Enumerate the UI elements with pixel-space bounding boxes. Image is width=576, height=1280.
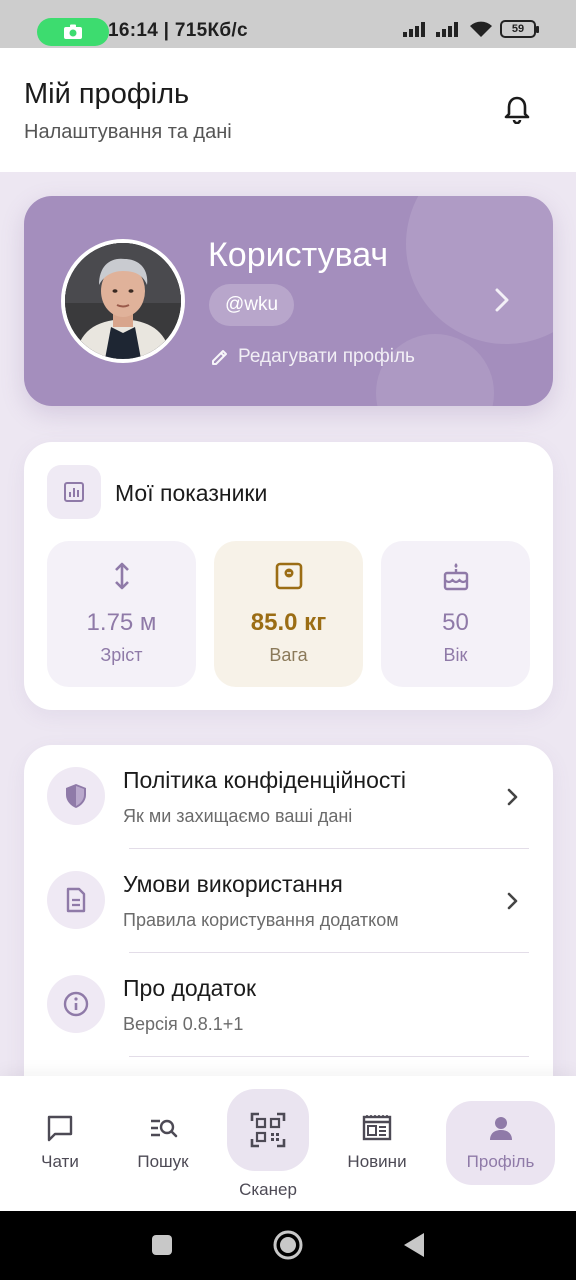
camera-indicator[interactable] [37, 18, 109, 46]
age-label: Вік [443, 645, 468, 665]
system-navigation-bar [0, 1211, 576, 1280]
shield-icon [66, 784, 86, 808]
back-icon[interactable] [402, 1231, 426, 1259]
bar-chart-icon [64, 482, 84, 502]
privacy-policy-title: Політика конфіденційності [123, 767, 407, 793]
app-version: Версія 0.8.1+1 [123, 1014, 244, 1034]
nav-scanner[interactable] [227, 1089, 309, 1171]
height-icon [113, 561, 131, 591]
nav-search-label: Пошук [137, 1152, 189, 1171]
decorative-circle [376, 334, 494, 406]
signal-icon [403, 22, 425, 37]
nav-news[interactable]: Новини [334, 1112, 420, 1172]
age-value: 50 [442, 609, 469, 636]
weight-tile[interactable]: 85.0 кг Вага [214, 541, 363, 687]
document-icon-box [47, 871, 105, 929]
document-icon [66, 887, 86, 913]
nav-news-label: Новини [347, 1152, 407, 1171]
age-tile[interactable]: 50 Вік [381, 541, 530, 687]
person-icon [487, 1112, 515, 1144]
chat-icon [45, 1112, 75, 1144]
camera-icon [64, 24, 82, 39]
status-bar: 16:14 | 715Кб/с 59 [0, 0, 576, 48]
page-subtitle: Налаштування та дані [24, 121, 232, 143]
metrics-icon-box [47, 465, 101, 519]
page-title: Мій профіль [24, 78, 190, 110]
weight-value: 85.0 кг [250, 609, 327, 636]
privacy-policy-subtitle: Як ми захищаємо ваші дані [123, 806, 353, 826]
info-icon-box [47, 975, 105, 1033]
nav-chats-label: Чати [41, 1152, 79, 1171]
notifications-button[interactable] [499, 92, 535, 128]
nav-profile[interactable]: Профіль [446, 1112, 555, 1172]
nav-profile-label: Профіль [466, 1152, 535, 1171]
about-app-title: Про додаток [123, 975, 257, 1001]
profile-card[interactable]: Користувач @wku Редагувати профіль [24, 196, 553, 406]
privacy-policy-item[interactable]: Політика конфіденційності Як ми захищаєм… [24, 745, 553, 849]
chevron-right-icon [507, 892, 518, 910]
height-tile[interactable]: 1.75 м Зріст [47, 541, 196, 687]
terms-of-use-subtitle: Правила користування додатком [123, 910, 399, 930]
scale-icon [275, 561, 303, 591]
profile-name: Користувач [208, 236, 389, 274]
cake-icon [442, 561, 470, 591]
signal-icon [436, 22, 458, 37]
about-app-item[interactable]: Про додаток Версія 0.8.1+1 [24, 953, 553, 1057]
chevron-right-icon [495, 288, 509, 312]
wifi-icon [470, 21, 492, 37]
edit-profile-label: Редагувати профіль [238, 346, 415, 367]
news-icon [362, 1112, 392, 1144]
home-icon[interactable] [272, 1229, 304, 1261]
nav-search[interactable]: Пошук [121, 1112, 205, 1172]
bell-icon [504, 96, 530, 124]
battery-level: 59 [511, 23, 525, 35]
metrics-card: Мої показники 1.75 м Зріст 85.0 кг Вага … [24, 442, 553, 710]
qr-scanner-icon [250, 1112, 286, 1148]
info-icon [63, 991, 89, 1017]
height-value: 1.75 м [86, 609, 157, 636]
chevron-right-icon [507, 788, 518, 806]
nav-scanner-label: Сканер [239, 1180, 297, 1199]
avatar-photo [65, 243, 181, 359]
pencil-icon [212, 350, 227, 365]
weight-label: Вага [269, 645, 308, 665]
divider [129, 1056, 529, 1057]
terms-of-use-title: Умови використання [123, 871, 343, 897]
bottom-navigation: Чати Пошук Сканер Новини Профіль [0, 1076, 576, 1211]
shield-icon-box [47, 767, 105, 825]
search-icon [148, 1112, 178, 1144]
decorative-circle [406, 196, 553, 344]
edit-profile-link[interactable]: Редагувати профіль [210, 346, 415, 368]
battery-icon: 59 [500, 20, 539, 38]
status-icons: 59 [403, 20, 539, 38]
profile-handle: @wku [209, 284, 295, 326]
app-header: Мій профіль Налаштування та дані [0, 48, 576, 172]
settings-card: Політика конфіденційності Як ми захищаєм… [24, 745, 553, 1085]
height-label: Зріст [100, 645, 143, 665]
nav-chats[interactable]: Чати [18, 1112, 102, 1172]
avatar[interactable] [61, 239, 185, 363]
recent-apps-icon[interactable] [150, 1233, 174, 1257]
metrics-title: Мої показники [115, 480, 268, 506]
status-time: 16:14 | 715Кб/с [108, 20, 248, 41]
terms-of-use-item[interactable]: Умови використання Правила користування … [24, 849, 553, 953]
